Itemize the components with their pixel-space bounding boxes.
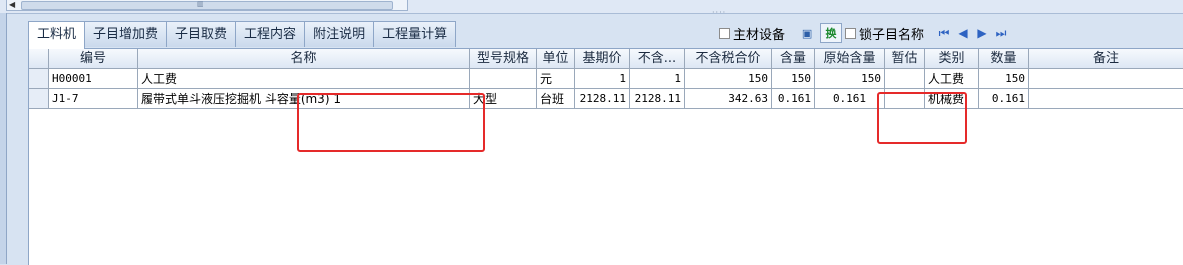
swap-button[interactable]: 换 <box>820 23 843 43</box>
first-page-icon[interactable]: ⏮ <box>936 23 952 43</box>
col-unit[interactable]: 单位 <box>537 49 575 69</box>
cell-quantity[interactable]: 150 <box>979 69 1029 89</box>
horizontal-scrollbar[interactable]: ◀ ▥ <box>6 0 408 11</box>
scroll-left-icon[interactable]: ◀ <box>9 0 15 10</box>
cell-code[interactable]: J1-7 <box>49 89 138 109</box>
cell-spec[interactable] <box>470 69 537 89</box>
annotation-box-name <box>297 93 485 152</box>
cell-excl-tax[interactable]: 1 <box>630 69 685 89</box>
col-base-price[interactable]: 基期价 <box>575 49 630 69</box>
cell-unit[interactable]: 台班 <box>537 89 575 109</box>
col-spec[interactable]: 型号规格 <box>470 49 537 69</box>
col-quantity[interactable]: 数量 <box>979 49 1029 69</box>
left-panel-edge <box>0 13 7 264</box>
col-excl-tax[interactable]: 不含... <box>630 49 685 69</box>
next-icon[interactable]: ▶ <box>974 23 990 43</box>
cell-remark[interactable] <box>1029 89 1183 109</box>
last-page-icon[interactable]: ⏭ <box>993 23 1009 43</box>
tab-bar: 工料机 子目增加费 子目取费 工程内容 附注说明 工程量计算 <box>28 21 457 49</box>
cell-estimate[interactable] <box>885 69 925 89</box>
row-header-corner <box>29 49 49 69</box>
cell-excl-tax[interactable]: 2128.11 <box>630 89 685 109</box>
cell-content[interactable]: 150 <box>772 69 815 89</box>
lock-item-name-checkbox[interactable] <box>845 27 857 39</box>
cell-excl-tax-total[interactable]: 342.63 <box>685 89 772 109</box>
row-header[interactable] <box>29 69 49 89</box>
main-equipment-checkbox[interactable] <box>719 27 730 39</box>
grid-toolbar: 主材设备 ▣ 换 锁子目名称 ⏮ ◀ ▶ ⏭ <box>719 22 1009 44</box>
cell-quantity[interactable]: 0.161 <box>979 89 1029 109</box>
monitor-icon[interactable]: ▣ <box>797 23 817 43</box>
table-row[interactable]: J1-7 履带式单斗液压挖掘机 斗容量(m3) 1 大型 台班 2128.11 … <box>29 89 1183 109</box>
row-header[interactable] <box>29 89 49 109</box>
col-content[interactable]: 含量 <box>772 49 815 69</box>
tab-labor-material-machine[interactable]: 工料机 <box>28 21 86 49</box>
cell-category[interactable]: 人工费 <box>925 69 979 89</box>
cell-name[interactable]: 人工费 <box>138 69 470 89</box>
splitter-grip[interactable]: ···· <box>712 8 726 17</box>
col-original-content[interactable]: 原始含量 <box>815 49 885 69</box>
cell-excl-tax-total[interactable]: 150 <box>685 69 772 89</box>
prev-icon[interactable]: ◀ <box>955 23 971 43</box>
col-excl-tax-total[interactable]: 不含税合价 <box>685 49 772 69</box>
resource-grid: 编号 名称 型号规格 单位 基期价 不含... 不含税合价 含量 原始含量 暂估… <box>28 48 1183 265</box>
tab-work-content[interactable]: 工程内容 <box>235 21 306 47</box>
col-name[interactable]: 名称 <box>138 49 470 69</box>
col-estimate[interactable]: 暂估 <box>885 49 925 69</box>
cell-base-price[interactable]: 2128.11 <box>575 89 630 109</box>
tab-item-surcharge[interactable]: 子目增加费 <box>84 21 168 47</box>
cell-remark[interactable] <box>1029 69 1183 89</box>
lock-item-name-label: 锁子目名称 <box>859 27 925 43</box>
col-remark[interactable]: 备注 <box>1029 49 1183 69</box>
cell-content[interactable]: 0.161 <box>772 89 815 109</box>
annotation-box-original-content <box>877 92 967 144</box>
col-category[interactable]: 类别 <box>925 49 979 69</box>
col-code[interactable]: 编号 <box>49 49 138 69</box>
scrollbar-thumb[interactable] <box>21 1 393 10</box>
grid-header: 编号 名称 型号规格 单位 基期价 不含... 不含税合价 含量 原始含量 暂估… <box>29 49 1183 69</box>
table-row[interactable]: H00001 人工费 元 1 1 150 150 150 人工费 150 <box>29 69 1183 89</box>
main-equipment-label: 主材设备 <box>733 27 786 43</box>
cell-base-price[interactable]: 1 <box>575 69 630 89</box>
tab-notes[interactable]: 附注说明 <box>304 21 375 47</box>
cell-original-content[interactable]: 0.161 <box>815 89 885 109</box>
tab-item-fees[interactable]: 子目取费 <box>166 21 237 47</box>
tab-quantity-calc[interactable]: 工程量计算 <box>373 21 457 47</box>
cell-code[interactable]: H00001 <box>49 69 138 89</box>
cell-original-content[interactable]: 150 <box>815 69 885 89</box>
cell-unit[interactable]: 元 <box>537 69 575 89</box>
scrollbar-grip-icon: ▥ <box>197 0 204 8</box>
